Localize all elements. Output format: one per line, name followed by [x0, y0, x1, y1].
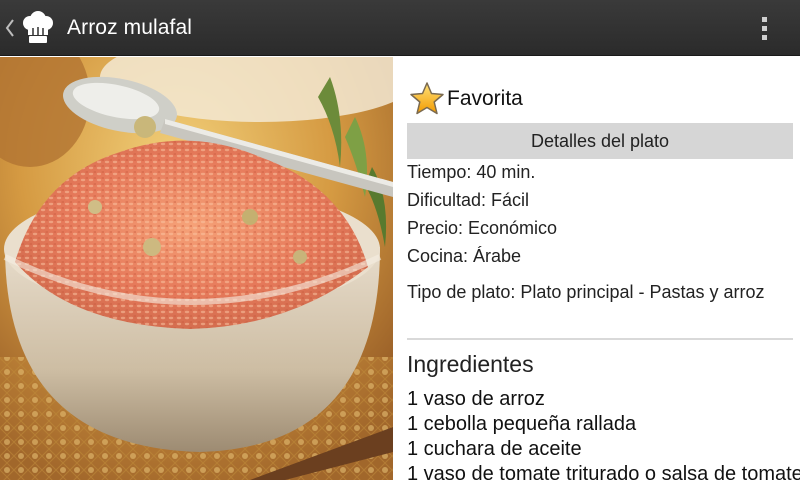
list-item: 1 cuchara de aceite — [407, 438, 582, 460]
ingredients-list: 1 vaso de arroz 1 cebolla pequeña rallad… — [407, 387, 800, 480]
dish-photo — [0, 57, 393, 480]
list-item: 1 vaso de arroz — [407, 388, 545, 410]
chevron-left-icon — [4, 18, 16, 38]
overflow-menu-icon[interactable] — [748, 12, 780, 44]
favorite-toggle[interactable]: Favorita — [409, 79, 523, 119]
details-panel: Favorita Detalles del plato Tiempo: 40 m… — [393, 57, 800, 480]
up-button[interactable]: Arroz mulafal — [0, 0, 192, 56]
chef-hat-icon — [18, 8, 58, 48]
action-bar: Arroz mulafal — [0, 0, 800, 56]
ingredients-title: Ingredientes — [407, 351, 534, 377]
page-title: Arroz mulafal — [67, 15, 193, 39]
time-text: Tiempo: 40 min. — [407, 162, 536, 182]
star-icon[interactable] — [409, 81, 445, 117]
divider — [407, 338, 793, 340]
details-section-header: Detalles del plato — [407, 123, 793, 159]
cuisine-text: Cocina: Árabe — [407, 246, 522, 266]
price-text: Precio: Económico — [407, 218, 558, 238]
list-item: 1 vaso de tomate triturado o salsa de to… — [407, 463, 800, 480]
favorite-label: Favorita — [447, 87, 523, 110]
list-item: 1 cebolla pequeña rallada — [407, 413, 637, 435]
dish-type-text: Tipo de plato: Plato principal - Pastas … — [407, 282, 765, 302]
difficulty-text: Dificultad: Fácil — [407, 190, 530, 210]
